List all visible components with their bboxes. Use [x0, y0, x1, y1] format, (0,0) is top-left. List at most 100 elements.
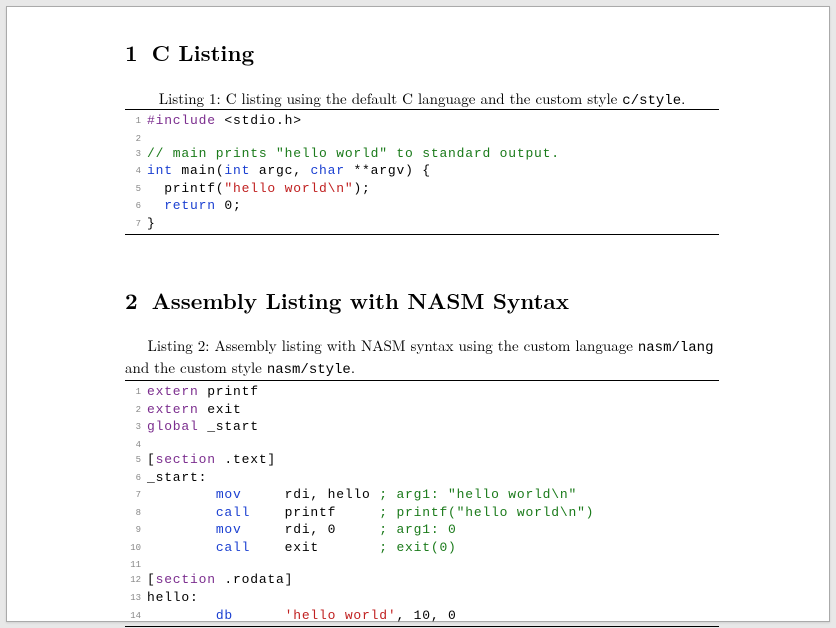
code-token: "hello world\n" — [224, 181, 353, 196]
section-2-number: 2 — [125, 285, 138, 316]
line-number: 7 — [125, 215, 141, 233]
code-token: .rodata] — [216, 572, 293, 587]
listing-2-caption-code2: nasm/style — [267, 362, 351, 378]
code-token: printf( — [147, 181, 224, 196]
line-number: 14 — [125, 607, 141, 625]
code-line: 8 call printf ; printf("hello world\n") — [125, 504, 719, 522]
code-token: ; arg1: "hello world\n" — [379, 487, 577, 502]
listing-2-caption-mid: and the custom style — [125, 357, 267, 378]
code-token: extern — [147, 402, 199, 417]
listing-1-caption-code: c/style — [622, 93, 681, 109]
code-token: 0; — [216, 198, 242, 213]
code-content: [section .rodata] — [147, 571, 719, 589]
code-content: mov rdi, hello ; arg1: "hello world\n" — [147, 486, 719, 504]
code-line: 5 [section .text] — [125, 451, 719, 469]
code-token: .text] — [216, 452, 276, 467]
code-line: 14 db 'hello world', 10, 0 — [125, 607, 719, 625]
listing-1-caption: Listing 1: C listing using the default C… — [125, 88, 719, 109]
line-number: 7 — [125, 486, 141, 504]
code-token: #include — [147, 113, 216, 128]
line-number: 4 — [125, 436, 141, 451]
code-token: h — [285, 113, 294, 128]
listing-1-caption-text: Listing 1: C listing using the default C… — [159, 88, 623, 109]
section-1-number: 1 — [125, 37, 138, 68]
code-content — [147, 436, 719, 451]
line-number: 3 — [125, 145, 141, 163]
code-token — [147, 198, 164, 213]
code-token: return — [164, 198, 216, 213]
code-line: 3 // main prints "hello world" to standar… — [125, 145, 719, 163]
section-2-heading: 2 Assembly Listing with NASM Syntax — [125, 285, 719, 316]
code-token: } — [147, 216, 156, 231]
line-number: 1 — [125, 112, 141, 130]
line-number: 6 — [125, 197, 141, 215]
code-content: return 0; — [147, 197, 719, 215]
code-line: 6 return 0; — [125, 197, 719, 215]
line-number: 3 — [125, 418, 141, 436]
line-number: 5 — [125, 451, 141, 469]
code-token: [ — [147, 452, 156, 467]
code-line: 9 mov rdi, 0 ; arg1: 0 — [125, 521, 719, 539]
code-token: < — [216, 113, 233, 128]
code-token: **argv) { — [345, 163, 431, 178]
line-number: 10 — [125, 539, 141, 557]
listing-2-caption: Listing 2: Assembly listing with NASM sy… — [125, 336, 719, 380]
code-token: printf — [250, 505, 379, 520]
code-token — [147, 522, 216, 537]
code-token: ; arg1: 0 — [379, 522, 456, 537]
code-content — [147, 556, 719, 571]
listing-1: 1 #include <stdio.h> 23 // main prints "hel… — [125, 109, 719, 235]
code-token: hello: — [147, 590, 199, 605]
code-line: 10 call exit ; exit(0) — [125, 539, 719, 557]
code-content: extern printf — [147, 383, 719, 401]
code-content: global _start — [147, 418, 719, 436]
code-token: , 10, 0 — [396, 608, 456, 623]
line-number: 2 — [125, 130, 141, 145]
code-token: ; printf("hello world\n") — [379, 505, 594, 520]
code-content: call exit ; exit(0) — [147, 539, 719, 557]
code-token: _start — [199, 419, 259, 434]
code-content: db 'hello world', 10, 0 — [147, 607, 719, 625]
code-content: _start: — [147, 469, 719, 487]
document-page: 1 C Listing Listing 1: C listing using t… — [6, 6, 830, 622]
code-token: mov — [216, 522, 242, 537]
code-token: [ — [147, 572, 156, 587]
code-token — [147, 540, 216, 555]
listing-2: 1extern printf2 extern exit 3 global _start… — [125, 380, 719, 627]
listing-2-caption-prefix: Listing 2: Assembly listing with NASM sy… — [148, 335, 638, 356]
code-content: #include <stdio.h> — [147, 112, 719, 130]
code-line: 3 global _start — [125, 418, 719, 436]
line-number: 11 — [125, 556, 141, 571]
code-content: printf("hello world\n"); — [147, 180, 719, 198]
code-token — [147, 487, 216, 502]
section-1-title: C Listing — [152, 37, 255, 68]
line-number: 5 — [125, 180, 141, 198]
code-token: 'hello world' — [285, 608, 397, 623]
code-token: ); — [353, 181, 370, 196]
code-token: stdio — [233, 113, 276, 128]
line-number: 8 — [125, 504, 141, 522]
listing-2-caption-code1: nasm/lang — [638, 340, 714, 356]
section-2-title: Assembly Listing with NASM Syntax — [152, 285, 569, 316]
code-token: rdi, hello — [242, 487, 380, 502]
code-token: mov — [216, 487, 242, 502]
code-content: mov rdi, 0 ; arg1: 0 — [147, 521, 719, 539]
code-token: main( — [173, 163, 225, 178]
code-line: 5 printf("hello world\n"); — [125, 180, 719, 198]
line-number: 2 — [125, 401, 141, 419]
code-token: // main prints "hello world" to standard… — [147, 146, 560, 161]
code-content: [section .text] — [147, 451, 719, 469]
line-number: 13 — [125, 589, 141, 607]
code-token: db — [216, 608, 233, 623]
line-number: 4 — [125, 162, 141, 180]
code-token — [147, 505, 216, 520]
code-line: 12[section .rodata] — [125, 571, 719, 589]
code-token: exit — [199, 402, 242, 417]
code-content: // main prints "hello world" to standard… — [147, 145, 719, 163]
code-line: 1extern printf — [125, 383, 719, 401]
code-content: hello: — [147, 589, 719, 607]
code-token: char — [310, 163, 344, 178]
code-line: 11 — [125, 556, 719, 571]
code-token: call — [216, 540, 250, 555]
code-token: call — [216, 505, 250, 520]
